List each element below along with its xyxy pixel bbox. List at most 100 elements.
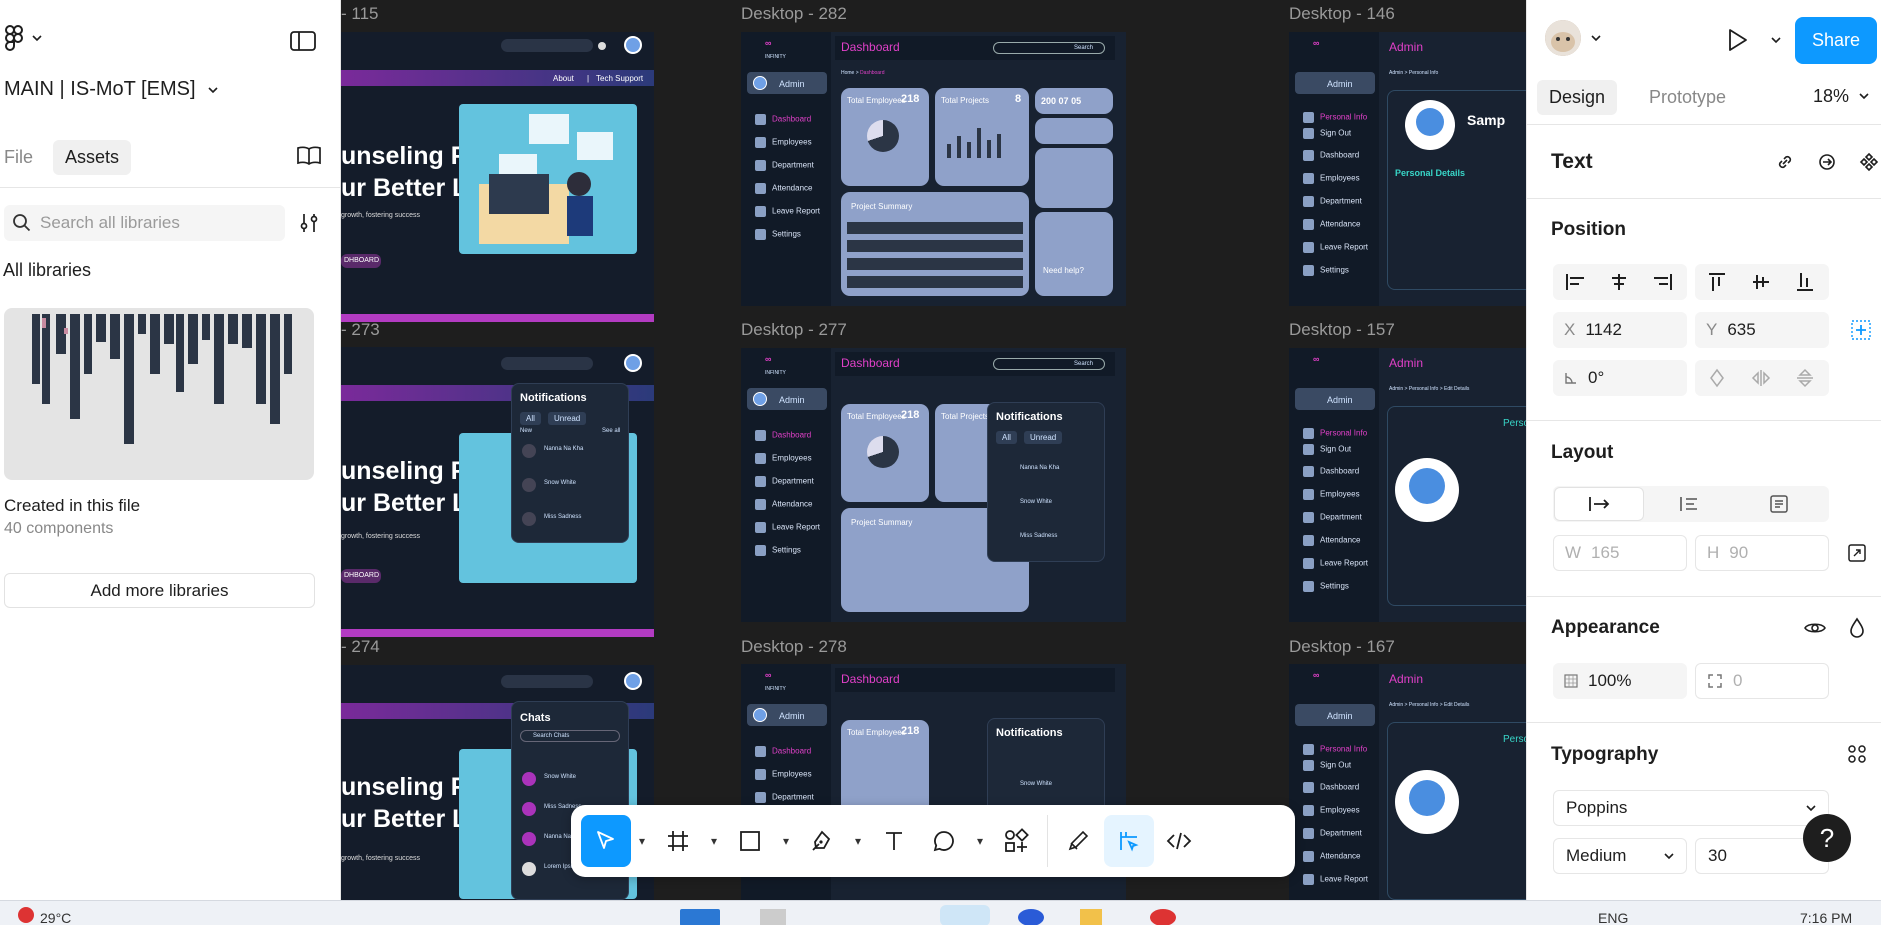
flip-vertical-icon[interactable] xyxy=(1787,360,1823,396)
align-right-icon[interactable] xyxy=(1645,264,1681,300)
x-position-field[interactable]: X 1142 xyxy=(1553,312,1687,348)
admin-frame-167[interactable]: ∞ Admin Personal Info Sign Out Dashboard… xyxy=(1289,664,1526,900)
main-menu-button[interactable] xyxy=(4,24,42,52)
search-libraries-input[interactable]: Search all libraries xyxy=(4,205,285,241)
tab-assets[interactable]: Assets xyxy=(53,140,132,175)
bell-icon xyxy=(595,39,609,53)
input-language[interactable]: ENG xyxy=(1598,910,1628,925)
rotate-icon[interactable] xyxy=(1699,360,1735,396)
clock-time[interactable]: 7:16 PM xyxy=(1800,910,1852,925)
share-button[interactable]: Share xyxy=(1795,17,1877,64)
dashboard-frame-277[interactable]: ∞ INFINITY Admin Dashboard Employees Dep… xyxy=(741,348,1126,622)
weather-icon[interactable] xyxy=(18,907,34,923)
frame-label[interactable]: Desktop - 167 xyxy=(1289,637,1395,657)
resize-icon[interactable] xyxy=(1839,535,1875,571)
comment-tool-button[interactable] xyxy=(919,815,969,867)
play-icon[interactable] xyxy=(1727,28,1749,52)
corner-radius-field[interactable]: 0 xyxy=(1695,663,1829,699)
add-libraries-button[interactable]: Add more libraries xyxy=(4,573,315,608)
align-bottom-icon[interactable] xyxy=(1787,264,1823,300)
frame-label[interactable]: - 273 xyxy=(341,320,380,340)
dev-mode-button[interactable] xyxy=(1154,815,1204,867)
pen-tool-button[interactable] xyxy=(797,815,847,867)
admin-frame-146[interactable]: ∞ Admin Personal Info Sign Out Dashboard… xyxy=(1289,32,1526,306)
taskbar-app-icon[interactable] xyxy=(940,905,990,925)
frame-label[interactable]: Desktop - 277 xyxy=(741,320,847,340)
library-thumbnail[interactable] xyxy=(4,308,314,480)
link-icon[interactable] xyxy=(1767,144,1803,180)
chevron-down-icon[interactable] xyxy=(1771,36,1781,44)
layout-text-icon[interactable] xyxy=(1761,486,1797,522)
chevron-down-icon[interactable] xyxy=(1859,92,1869,100)
chevron-down-icon[interactable]: ▾ xyxy=(703,815,725,867)
admin-frame-157[interactable]: ∞ Admin Personal Info Sign Out Dashboard… xyxy=(1289,348,1526,622)
font-family-select[interactable]: Poppins xyxy=(1553,790,1829,826)
infinity-logo-icon: ∞ xyxy=(765,38,772,48)
frame-label[interactable]: Desktop - 282 xyxy=(741,4,847,24)
align-top-icon[interactable] xyxy=(1699,264,1735,300)
tab-design[interactable]: Design xyxy=(1537,80,1618,115)
taskbar-app-icon[interactable] xyxy=(1150,909,1176,925)
opacity-field[interactable]: 100% xyxy=(1553,663,1687,699)
zoom-level[interactable]: 18% xyxy=(1813,86,1849,107)
nav-item: Attendance xyxy=(1303,851,1360,862)
draw-mode-button[interactable] xyxy=(1054,815,1104,867)
align-center-vertical-icon[interactable] xyxy=(1743,264,1779,300)
notif-tab-all: All xyxy=(996,431,1017,444)
help-button[interactable]: ? xyxy=(1803,814,1851,862)
chevron-down-icon[interactable]: ▾ xyxy=(775,815,797,867)
weather-temp[interactable]: 29°C xyxy=(40,910,71,925)
frame-label[interactable]: Desktop - 157 xyxy=(1289,320,1395,340)
tab-file[interactable]: File xyxy=(0,140,45,175)
shape-tool-button[interactable] xyxy=(725,815,775,867)
chevron-down-icon[interactable]: ▾ xyxy=(631,815,653,867)
align-left-icon[interactable] xyxy=(1557,264,1593,300)
constraints-icon[interactable] xyxy=(1843,312,1879,348)
dashboard-frame-282[interactable]: ∞ INFINITY Admin Dashboard Employees Dep… xyxy=(741,32,1126,306)
design-mode-button[interactable] xyxy=(1104,815,1154,867)
landing-frame-273[interactable]: unseling For ur Better Life growth, fost… xyxy=(341,347,654,637)
text-styles-icon[interactable] xyxy=(1839,736,1875,772)
taskbar-app-icon[interactable] xyxy=(1080,909,1102,925)
tab-prototype[interactable]: Prototype xyxy=(1637,80,1738,115)
taskbar-app-icon[interactable] xyxy=(760,909,786,925)
move-tool-button[interactable] xyxy=(581,815,631,867)
frame-label[interactable]: - 274 xyxy=(341,637,380,657)
user-avatar[interactable] xyxy=(1545,20,1581,56)
flip-horizontal-icon[interactable] xyxy=(1743,360,1779,396)
actions-tool-button[interactable] xyxy=(991,815,1041,867)
text-tool-button[interactable] xyxy=(869,815,919,867)
nav-item: Employees xyxy=(1303,489,1360,500)
notif-item: Nanna Na Kha xyxy=(1020,465,1060,471)
toggle-sidebar-icon[interactable] xyxy=(290,30,316,52)
admin-title: Admin xyxy=(1389,672,1424,686)
filter-icon[interactable] xyxy=(298,212,320,234)
y-position-field[interactable]: Y 635 xyxy=(1695,312,1829,348)
font-weight-select[interactable]: Medium xyxy=(1553,838,1687,874)
chevron-down-icon xyxy=(1664,852,1674,860)
blend-drop-icon[interactable] xyxy=(1839,610,1875,646)
frame-label[interactable]: Desktop - 278 xyxy=(741,637,847,657)
component-icon[interactable] xyxy=(1851,144,1881,180)
taskbar-app-icon[interactable] xyxy=(1018,909,1044,925)
layout-horizontal-icon[interactable] xyxy=(1581,486,1617,522)
landing-frame-115[interactable]: About | Tech Support unseling For ur Bet… xyxy=(341,32,654,322)
align-center-horizontal-icon[interactable] xyxy=(1601,264,1637,300)
width-field[interactable]: W 165 xyxy=(1553,535,1687,571)
chevron-down-icon[interactable]: ▾ xyxy=(969,815,991,867)
library-book-icon[interactable] xyxy=(296,144,322,166)
windows-start-icon[interactable] xyxy=(680,909,720,925)
frame-tool-button[interactable] xyxy=(653,815,703,867)
frame-label[interactable]: - 115 xyxy=(341,4,379,24)
canvas[interactable]: - 115 Desktop - 282 Desktop - 146 - 273 … xyxy=(341,0,1526,900)
eye-icon[interactable] xyxy=(1797,610,1833,646)
chevron-down-icon[interactable]: ▾ xyxy=(847,815,869,867)
frame-label[interactable]: Desktop - 146 xyxy=(1289,4,1395,24)
project-title-button[interactable]: MAIN | IS-MoT [EMS] xyxy=(4,78,218,101)
chevron-down-icon[interactable] xyxy=(1591,34,1601,42)
nav-item: Department xyxy=(1303,828,1362,839)
layout-wrap-icon[interactable] xyxy=(1671,486,1707,522)
rotation-field[interactable]: 0° xyxy=(1553,360,1687,396)
component-swap-icon[interactable] xyxy=(1809,144,1845,180)
height-field[interactable]: H 90 xyxy=(1695,535,1829,571)
